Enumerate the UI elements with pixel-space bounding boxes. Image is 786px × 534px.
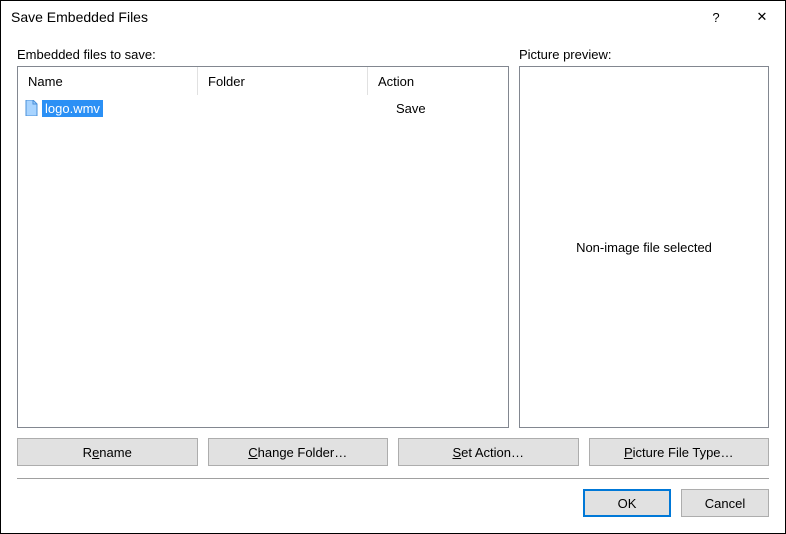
column-header-folder[interactable]: Folder [198,67,368,95]
window-title: Save Embedded Files [11,9,693,25]
list-item[interactable]: logo.wmv Save [20,97,506,119]
picture-preview-label: Picture preview: [519,47,769,62]
list-header: Name Folder Action [18,67,508,95]
filename: logo.wmv [42,100,103,117]
separator [17,478,769,479]
file-icon [24,100,38,116]
preview-text: Non-image file selected [576,240,712,255]
list-body: logo.wmv Save [18,95,508,121]
ok-button[interactable]: OK [583,489,671,517]
files-column: Embedded files to save: Name Folder Acti… [17,47,509,428]
footer-buttons: OK Cancel [17,489,769,523]
main-row: Embedded files to save: Name Folder Acti… [17,47,769,428]
close-button[interactable]: ✕ [739,1,785,33]
column-header-action[interactable]: Action [368,67,508,95]
titlebar: Save Embedded Files ? ✕ [1,1,785,33]
help-icon: ? [712,10,719,25]
action-buttons-row: Rename Change Folder… Set Action… Pictur… [17,438,769,466]
column-header-name[interactable]: Name [18,67,198,95]
row-name-cell: logo.wmv [20,100,198,117]
preview-column: Picture preview: Non-image file selected [519,47,769,428]
embedded-files-label: Embedded files to save: [17,47,509,62]
help-button[interactable]: ? [693,1,739,33]
row-action-cell: Save [368,101,506,116]
rename-button[interactable]: Rename [17,438,198,466]
cancel-button[interactable]: Cancel [681,489,769,517]
close-icon: ✕ [757,9,768,25]
dialog-content: Embedded files to save: Name Folder Acti… [1,33,785,533]
file-list[interactable]: Name Folder Action logo.wmv [17,66,509,428]
preview-box: Non-image file selected [519,66,769,428]
change-folder-button[interactable]: Change Folder… [208,438,389,466]
set-action-button[interactable]: Set Action… [398,438,579,466]
picture-file-type-button[interactable]: Picture File Type… [589,438,770,466]
